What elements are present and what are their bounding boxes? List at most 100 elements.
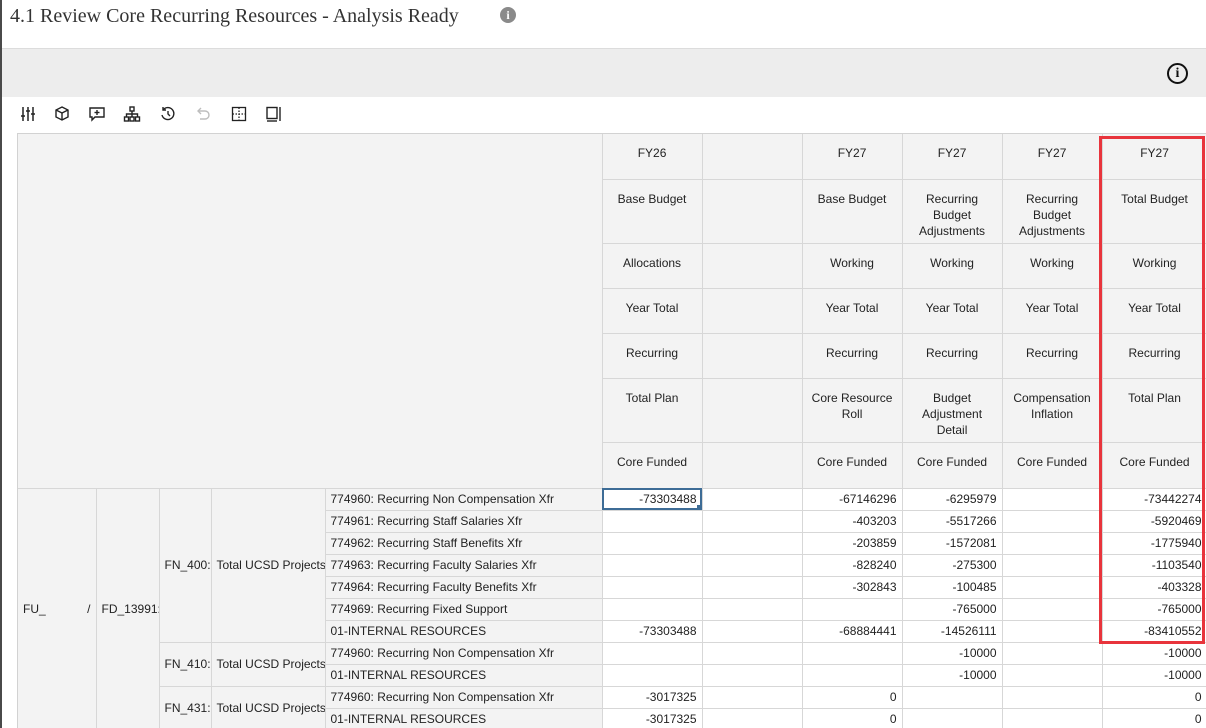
data-cell[interactable] (1002, 532, 1103, 555)
data-cell[interactable]: -765000 (1102, 598, 1206, 621)
data-cell[interactable]: -302843 (802, 576, 903, 599)
history-icon[interactable] (159, 105, 177, 123)
column-header-plan[interactable]: Core Resource Roll (802, 378, 903, 443)
row-header-fn[interactable]: FN_410: (159, 642, 212, 687)
data-cell[interactable]: -10000 (902, 642, 1003, 665)
data-cell[interactable] (602, 664, 703, 687)
data-cell[interactable]: -67146296 (802, 488, 903, 511)
data-cell[interactable]: -83410552 (1102, 620, 1206, 643)
data-cell[interactable]: -5517266 (902, 510, 1003, 533)
data-cell[interactable]: -765000 (902, 598, 1003, 621)
row-header-fund[interactable]: FU_ / (18, 488, 97, 728)
data-cell[interactable]: -275300 (902, 554, 1003, 577)
data-cell[interactable]: -10000 (1102, 642, 1206, 665)
column-header-funding[interactable]: Core Funded (802, 442, 903, 489)
row-header-account[interactable]: 01-INTERNAL RESOURCES (325, 708, 603, 728)
data-cell[interactable]: -73303488 (602, 620, 703, 643)
data-cell[interactable] (702, 686, 803, 709)
data-cell[interactable] (1002, 664, 1103, 687)
data-cell[interactable]: 0 (802, 686, 903, 709)
data-cell[interactable] (602, 576, 703, 599)
cube-icon[interactable] (53, 105, 71, 123)
column-header-plan[interactable]: Total Plan (602, 378, 703, 443)
row-header-account[interactable]: 774962: Recurring Staff Benefits Xfr (325, 532, 603, 555)
data-cell[interactable]: -828240 (802, 554, 903, 577)
data-cell[interactable] (702, 598, 803, 621)
data-cell[interactable] (602, 642, 703, 665)
column-header-period[interactable]: Year Total (1102, 288, 1206, 334)
data-cell[interactable] (802, 642, 903, 665)
row-header-fn[interactable]: FN_400: (159, 488, 212, 643)
column-header-funding[interactable]: Core Funded (602, 442, 703, 489)
data-cell[interactable] (702, 620, 803, 643)
sliders-icon[interactable] (19, 105, 37, 123)
column-header-period[interactable]: Year Total (902, 288, 1003, 334)
data-cell[interactable]: -3017325 (602, 708, 703, 728)
comment-add-icon[interactable] (88, 105, 106, 123)
column-header-fy[interactable] (702, 134, 803, 180)
data-cell[interactable] (1002, 488, 1103, 511)
column-header-fy[interactable]: FY27 (1102, 134, 1206, 180)
row-header-account[interactable]: 01-INTERNAL RESOURCES (325, 664, 603, 687)
data-cell[interactable] (702, 532, 803, 555)
column-header-type[interactable]: Recurring (902, 333, 1003, 379)
column-header-scenario[interactable]: Base Budget (602, 179, 703, 244)
selected-cell[interactable]: -73303488 (602, 488, 703, 511)
column-header-type[interactable]: Recurring (1002, 333, 1103, 379)
data-cell[interactable] (902, 686, 1003, 709)
row-header-fn[interactable]: FN_431: . (159, 686, 212, 728)
column-header-version[interactable]: Working (802, 243, 903, 289)
column-header-fy[interactable]: FY26 (602, 134, 703, 180)
grid-icon[interactable] (230, 105, 248, 123)
data-cell[interactable] (602, 598, 703, 621)
data-cell[interactable]: -203859 (802, 532, 903, 555)
data-cell[interactable] (602, 532, 703, 555)
data-cell[interactable] (602, 554, 703, 577)
column-header-plan[interactable]: Budget Adjustment Detail (902, 378, 1003, 443)
data-cell[interactable]: -1775940 (1102, 532, 1206, 555)
row-header-account[interactable]: 774961: Recurring Staff Salaries Xfr (325, 510, 603, 533)
column-header-fy[interactable]: FY27 (802, 134, 903, 180)
data-cell[interactable] (602, 510, 703, 533)
data-cell[interactable] (902, 708, 1003, 728)
column-header-funding[interactable]: Core Funded (902, 442, 1003, 489)
data-cell[interactable] (702, 488, 803, 511)
data-cell[interactable]: 0 (1102, 708, 1206, 728)
column-header-version[interactable]: Allocations (602, 243, 703, 289)
data-cell[interactable]: -1103540 (1102, 554, 1206, 577)
row-header-account[interactable]: 774960: Recurring Non Compensation Xfr (325, 642, 603, 665)
selection-handle[interactable] (696, 504, 702, 509)
title-info-icon[interactable]: i (500, 7, 516, 23)
row-header-account[interactable]: 774969: Recurring Fixed Support (325, 598, 603, 621)
column-header-version[interactable] (702, 243, 803, 289)
data-cell[interactable]: 0 (1102, 686, 1206, 709)
column-header-type[interactable]: Recurring (802, 333, 903, 379)
panel-icon[interactable] (265, 105, 283, 123)
data-cell[interactable] (702, 510, 803, 533)
column-header-version[interactable]: Working (1002, 243, 1103, 289)
data-cell[interactable] (1002, 708, 1103, 728)
data-cell[interactable] (1002, 598, 1103, 621)
column-header-period[interactable]: Year Total (802, 288, 903, 334)
data-cell[interactable]: -6295979 (902, 488, 1003, 511)
data-cell[interactable] (1002, 620, 1103, 643)
data-cell[interactable] (1002, 510, 1103, 533)
data-cell[interactable] (702, 664, 803, 687)
column-header-type[interactable] (702, 333, 803, 379)
data-cell[interactable]: -73442274 (1102, 488, 1206, 511)
data-cell[interactable]: -100485 (902, 576, 1003, 599)
row-header-fd[interactable]: FD_13991: (96, 488, 160, 728)
data-cell[interactable]: -14526111 (902, 620, 1003, 643)
data-cell[interactable]: -10000 (1102, 664, 1206, 687)
data-cell[interactable]: -1572081 (902, 532, 1003, 555)
data-cell[interactable] (802, 598, 903, 621)
data-cell[interactable]: -68884441 (802, 620, 903, 643)
column-header-funding[interactable]: Core Funded (1102, 442, 1206, 489)
row-header-account[interactable]: 774963: Recurring Faculty Salaries Xfr (325, 554, 603, 577)
column-header-scenario[interactable]: Recurring Budget Adjustments (902, 179, 1003, 244)
data-cell[interactable] (1002, 642, 1103, 665)
column-header-type[interactable]: Recurring (602, 333, 703, 379)
data-cell[interactable] (1002, 576, 1103, 599)
column-header-scenario[interactable]: Recurring Budget Adjustments (1002, 179, 1103, 244)
row-header-account[interactable]: 01-INTERNAL RESOURCES (325, 620, 603, 643)
